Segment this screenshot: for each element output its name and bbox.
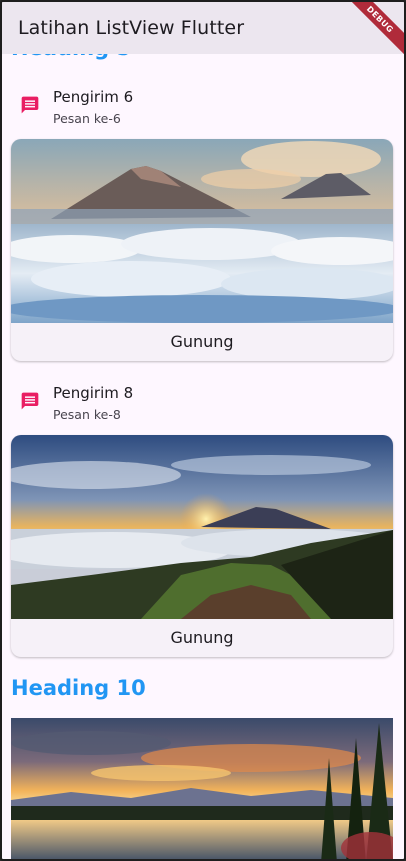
phone-screen: Heading 5 Pengirim 6 Pesan ke-6 xyxy=(0,0,406,861)
tile-subtitle: Pesan ke-6 xyxy=(53,111,121,126)
tile-title: Pengirim 6 xyxy=(53,88,134,106)
card-caption: Gunung xyxy=(170,332,234,351)
app-title: Latihan ListView Flutter xyxy=(18,17,245,39)
sunrise-mountain-photo xyxy=(11,435,393,619)
list-view[interactable]: Heading 5 Pengirim 6 Pesan ke-6 xyxy=(2,2,404,859)
heading-10: Heading 10 xyxy=(11,676,146,700)
card-caption: Gunung xyxy=(170,628,234,647)
list-tile-message-6[interactable]: Pengirim 6 Pesan ke-6 xyxy=(2,86,404,142)
app-bar: Latihan ListView Flutter xyxy=(2,2,404,54)
message-icon xyxy=(20,95,40,115)
message-icon xyxy=(20,391,40,411)
card-mountain-1[interactable]: Gunung xyxy=(11,139,393,361)
list-tile-message-8[interactable]: Pengirim 8 Pesan ke-8 xyxy=(2,382,404,438)
mountain-photo xyxy=(11,139,393,323)
lake-sunset-photo xyxy=(11,718,393,859)
tile-subtitle: Pesan ke-8 xyxy=(53,407,121,422)
card-mountain-2[interactable]: Gunung xyxy=(11,435,393,657)
tile-title: Pengirim 8 xyxy=(53,384,134,402)
